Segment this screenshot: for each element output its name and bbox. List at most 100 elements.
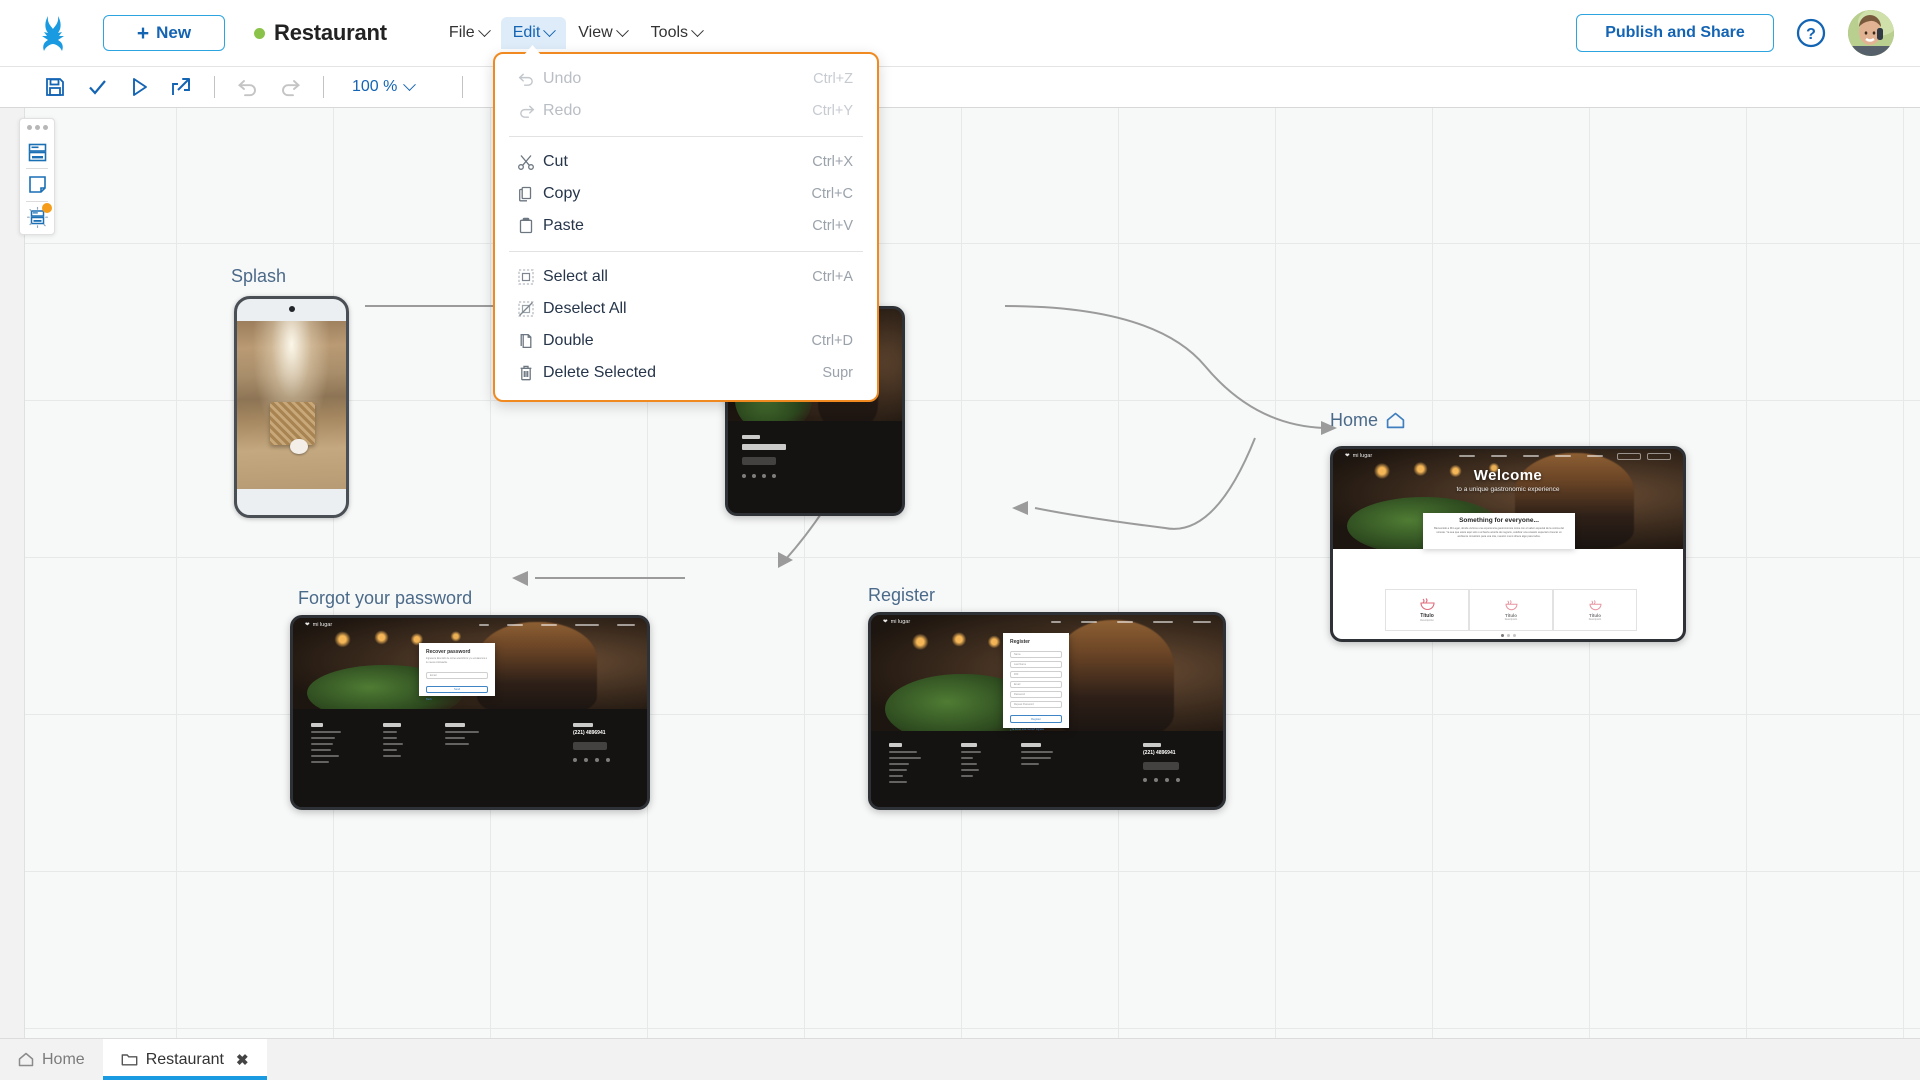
save-icon[interactable] xyxy=(34,67,76,108)
menu-item-deselect-all[interactable]: Deselect All xyxy=(495,293,877,325)
footer-link[interactable] xyxy=(445,743,469,745)
flow-canvas[interactable]: Splash mi lugar xyxy=(25,108,1920,1038)
check-icon[interactable] xyxy=(76,67,118,108)
footer-link[interactable] xyxy=(445,737,465,739)
screen-node-home[interactable]: ❤ mi lugar Welcome to a unique gastronom… xyxy=(1330,446,1686,642)
redo-icon[interactable] xyxy=(269,67,311,108)
screens-icon[interactable] xyxy=(20,136,54,168)
close-icon[interactable]: ✖ xyxy=(236,1051,249,1069)
social-icon[interactable] xyxy=(1176,778,1180,782)
footer-link[interactable] xyxy=(889,769,907,771)
footer-link[interactable] xyxy=(311,755,339,757)
footer-link[interactable] xyxy=(311,731,341,733)
send-button[interactable]: Send xyxy=(426,686,488,693)
page-icon[interactable] xyxy=(20,169,54,201)
menu-item-select-all[interactable]: Select all Ctrl+A xyxy=(495,261,877,293)
footer-link[interactable] xyxy=(889,757,921,759)
repeat-password-field[interactable]: Repeat Password xyxy=(1010,701,1062,708)
feature-card[interactable]: Título Descripción xyxy=(1385,589,1469,631)
menu-view[interactable]: View xyxy=(566,17,638,49)
play-icon[interactable] xyxy=(118,67,160,108)
social-icon[interactable] xyxy=(606,758,610,762)
social-icon[interactable] xyxy=(1165,778,1169,782)
footer-link[interactable] xyxy=(961,757,973,759)
menu-item-undo[interactable]: Undo Ctrl+Z xyxy=(495,63,877,95)
edit-menu-dropdown[interactable]: Undo Ctrl+Z Redo Ctrl+Y Cut Ctrl+X xyxy=(493,52,879,402)
menu-item-paste[interactable]: Paste Ctrl+V xyxy=(495,210,877,242)
publish-and-share-button[interactable]: Publish and Share xyxy=(1576,14,1774,52)
components-icon[interactable] xyxy=(20,202,54,234)
footer-cta-button[interactable] xyxy=(742,457,776,465)
social-icon[interactable] xyxy=(595,758,599,762)
nav-button-ingresar[interactable] xyxy=(1617,453,1641,460)
question-mark-circle-icon[interactable]: ? xyxy=(1796,18,1826,48)
name-field[interactable]: Name xyxy=(1010,651,1062,658)
tab-home[interactable]: Home xyxy=(0,1039,103,1080)
carousel-dots[interactable] xyxy=(1333,634,1683,637)
footer-link[interactable] xyxy=(383,749,397,751)
book-now-button[interactable] xyxy=(573,742,607,750)
nav-link[interactable] xyxy=(479,624,489,627)
undo-icon[interactable] xyxy=(227,67,269,108)
dni-field[interactable]: DNI xyxy=(1010,671,1062,678)
menu-edit[interactable]: Edit xyxy=(501,17,567,49)
screen-node-forgot-password[interactable]: ❤ mi lugar Recover password Ingresa tu d… xyxy=(290,615,650,810)
social-icon[interactable] xyxy=(742,474,746,478)
avatar[interactable] xyxy=(1848,10,1894,56)
nav-link-inicio[interactable] xyxy=(1459,455,1475,458)
footer-link[interactable] xyxy=(383,731,397,733)
frog-logo-icon[interactable] xyxy=(34,12,74,54)
reserve-now-button[interactable] xyxy=(1143,762,1179,770)
tab-restaurant[interactable]: Restaurant ✖ xyxy=(103,1039,267,1080)
nav-link-historia[interactable] xyxy=(1491,455,1507,458)
footer-link[interactable] xyxy=(889,775,903,777)
nav-link[interactable] xyxy=(1081,621,1097,624)
nav-button-registrarse[interactable] xyxy=(1647,453,1671,460)
footer-link[interactable] xyxy=(445,731,479,733)
nav-link[interactable] xyxy=(507,624,523,627)
nav-link[interactable] xyxy=(617,624,635,627)
nav-link-contacto[interactable] xyxy=(1587,455,1603,458)
zoom-selector[interactable]: 100 % xyxy=(352,78,414,96)
export-icon[interactable] xyxy=(160,67,202,108)
menu-item-delete-selected[interactable]: Delete Selected Supr xyxy=(495,357,877,389)
social-icon[interactable] xyxy=(752,474,756,478)
nav-link[interactable] xyxy=(1051,621,1061,624)
social-icon[interactable] xyxy=(1143,778,1147,782)
footer-link[interactable] xyxy=(961,775,973,777)
nav-link-menus[interactable] xyxy=(1523,455,1539,458)
footer-link[interactable] xyxy=(383,743,403,745)
nav-link[interactable] xyxy=(1153,621,1173,624)
last-name-field[interactable]: Last Name xyxy=(1010,661,1062,668)
new-button[interactable]: + New xyxy=(103,15,225,51)
social-icon[interactable] xyxy=(772,474,776,478)
drag-handle-icon[interactable] xyxy=(27,125,48,130)
screen-node-splash[interactable] xyxy=(234,296,349,518)
footer-link[interactable] xyxy=(1021,751,1053,753)
footer-link[interactable] xyxy=(311,749,331,751)
menu-tools[interactable]: Tools xyxy=(639,17,714,49)
email-field[interactable]: Email xyxy=(426,672,488,679)
footer-link[interactable] xyxy=(889,781,907,783)
back-link[interactable]: Back xyxy=(426,698,488,701)
footer-link[interactable] xyxy=(889,763,909,765)
nav-link-reservas[interactable] xyxy=(1555,455,1571,458)
footer-link[interactable] xyxy=(1021,757,1051,759)
screen-node-register[interactable]: ❤ mi lugar Register Name Last Name DNI E… xyxy=(868,612,1226,810)
menu-item-double[interactable]: Double Ctrl+D xyxy=(495,325,877,357)
nav-link[interactable] xyxy=(1117,621,1133,624)
feature-card[interactable]: Título Descripción xyxy=(1469,589,1553,631)
footer-link[interactable] xyxy=(311,737,335,739)
social-icon[interactable] xyxy=(584,758,588,762)
footer-link[interactable] xyxy=(961,769,979,771)
register-button[interactable]: Register xyxy=(1010,715,1062,723)
footer-link[interactable] xyxy=(311,761,329,763)
feature-card[interactable]: Título Descripción xyxy=(1553,589,1637,631)
menu-file[interactable]: File xyxy=(437,17,501,49)
social-icon[interactable] xyxy=(762,474,766,478)
social-icon[interactable] xyxy=(573,758,577,762)
menu-item-copy[interactable]: Copy Ctrl+C xyxy=(495,178,877,210)
menu-item-cut[interactable]: Cut Ctrl+X xyxy=(495,146,877,178)
menu-item-redo[interactable]: Redo Ctrl+Y xyxy=(495,95,877,127)
nav-link[interactable] xyxy=(575,624,599,627)
